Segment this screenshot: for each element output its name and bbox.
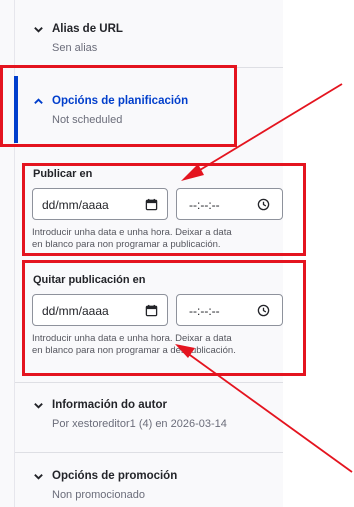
highlight-box-publish <box>22 163 306 256</box>
divider <box>15 452 283 453</box>
highlight-box-scheduling <box>0 65 237 147</box>
author-summary: Por xestoreditor1 (4) en 2026-03-14 <box>52 418 227 430</box>
url-alias-title: Alias de URL <box>52 23 123 35</box>
chevron-down-icon <box>33 24 44 35</box>
promotion-summary: Non promocionado <box>52 489 145 501</box>
promotion-title: Opcións de promoción <box>52 470 178 482</box>
author-title: Información do autor <box>52 399 167 411</box>
highlight-box-unpublish <box>22 260 306 376</box>
chevron-down-icon <box>33 471 44 482</box>
chevron-down-icon <box>33 400 44 411</box>
url-alias-summary: Sen alias <box>52 42 98 54</box>
divider <box>15 382 283 383</box>
